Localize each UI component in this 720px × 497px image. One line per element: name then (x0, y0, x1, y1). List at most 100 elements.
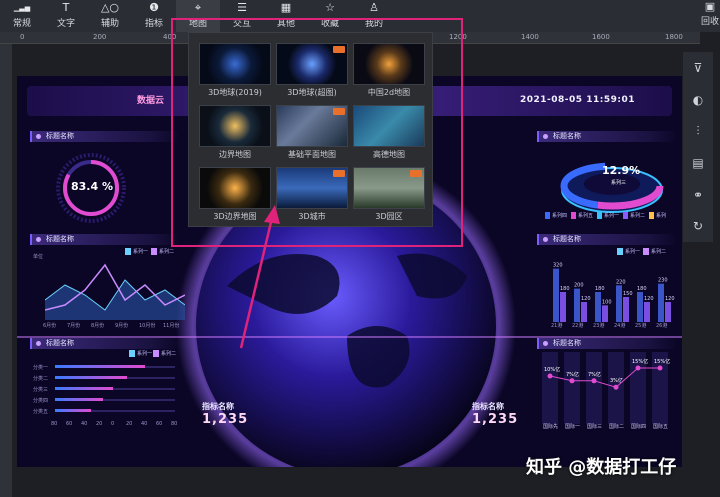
pie-legend-item: 系列四 (545, 212, 567, 219)
indicator-icon: ❶ (149, 1, 159, 14)
bar-value-label: 180 (595, 286, 605, 292)
bar-value-label: 220 (616, 279, 626, 285)
ruler-tick: 200 (93, 33, 107, 41)
bar-x-label: 25港 (635, 323, 647, 329)
palette-icon[interactable]: ◐ (683, 84, 713, 116)
filter-icon[interactable]: ⊽ (683, 52, 713, 84)
panel-title-ring: 标题名称 (30, 131, 180, 142)
tag-col-label: 国际先 (543, 423, 558, 430)
metric-right-label: 指标名称 (472, 402, 504, 411)
tag-col-label: 国际一 (565, 423, 580, 430)
bar-x-label: 22港 (572, 323, 584, 329)
hbar-legend-item: 系列二 (153, 350, 176, 357)
bar-series-2 (665, 302, 671, 322)
metric-right-value: 1,235 (472, 412, 519, 427)
ring-left-value: 83.4 % (71, 180, 113, 193)
bar-series-1 (595, 292, 601, 322)
hbar-x-tick: 60 (156, 421, 163, 427)
ruler-tick: 1800 (665, 33, 683, 41)
line-x-label: 9月份 (115, 323, 129, 329)
hbar-row-label: 分类一 (33, 365, 49, 371)
hbar-bar (55, 376, 127, 379)
ruler-tick: 1600 (592, 33, 610, 41)
text-icon: T (62, 1, 70, 14)
layout-icon[interactable]: ▤ (683, 147, 713, 179)
line-x-label: 11月份 (163, 323, 180, 329)
hbar-bar (55, 387, 113, 390)
vertical-ruler (0, 44, 12, 497)
hbar-row-label: 分类五 (33, 409, 49, 415)
line-legend-item: 系列一 (125, 248, 148, 255)
bar-x-label: 23港 (593, 323, 605, 329)
tag-col-label: 国际五 (653, 423, 668, 430)
bar-series-2 (560, 292, 566, 322)
bar-value-label: 200 (574, 283, 584, 289)
bar-value-label: 320 (553, 263, 563, 269)
ring-right-value: 12.9% (602, 164, 641, 177)
toolbar-label: 常规 (12, 19, 31, 29)
bar-x-label: 24港 (614, 323, 626, 329)
tag-col-label: 国际三 (587, 423, 602, 430)
bar-series-2 (644, 302, 650, 322)
bar-series-2 (623, 297, 629, 322)
tag-column-bg (564, 352, 580, 424)
sliders-icon: ☰ (237, 1, 247, 14)
bar-value-label-2: 120 (665, 296, 675, 302)
toolbar-item-1[interactable]: T 文字 (44, 0, 88, 32)
bar-series-1 (616, 285, 622, 322)
line-x-label: 10月份 (139, 323, 156, 329)
tag-col-label: 国际四 (631, 423, 646, 430)
recycle-icon: ▣ (704, 0, 716, 13)
ruler-tick: 0 (20, 33, 25, 41)
bar-x-label: 26港 (656, 323, 668, 329)
recycle-label: 回收 (700, 17, 719, 27)
hbar-row-label: 分类二 (33, 376, 49, 382)
tag-value-label: 10%亿 (544, 366, 560, 373)
brand-logo: 数据云 (137, 96, 165, 106)
hbar-bar (55, 365, 145, 368)
panel-title-bar: 标题名称 (537, 234, 677, 245)
line-x-label: 6月份 (43, 323, 57, 329)
metric-left-value: 1,235 (202, 412, 249, 427)
toolbar-item-0[interactable]: ▁▃▅ 常规 (0, 0, 44, 32)
panel-title-hbar: 标题名称 (30, 338, 180, 349)
bar-x-label: 21港 (551, 323, 563, 329)
tag-value-label: 15%亿 (632, 358, 648, 365)
link-icon[interactable]: ⚭ (683, 179, 713, 211)
hbar-x-tick: 40 (141, 421, 148, 427)
tag-value-label: 7%亿 (588, 371, 601, 378)
hbar-bar (55, 409, 91, 412)
bar-legend-item: 系列二 (643, 248, 666, 255)
pie-legend-item: 系列 (649, 212, 666, 219)
hbar-row-label: 分类四 (33, 398, 49, 404)
bar-series-1 (637, 292, 643, 322)
line-x-label: 8月份 (91, 323, 105, 329)
toolbar-item-2[interactable]: △○ 辅助 (88, 0, 132, 32)
toolbar-label: 指标 (144, 19, 163, 29)
panel-title-tags: 标题名称 (537, 338, 677, 349)
chart-bar-icon: ▁▃▅ (13, 4, 31, 12)
hbar-x-tick: 20 (126, 421, 133, 427)
hbar-x-tick: 0 (111, 421, 115, 427)
adjust-icon[interactable]: ⫶ (683, 115, 713, 147)
panel-title-line: 标题名称 (30, 234, 180, 245)
line-x-label: 7月份 (67, 323, 81, 329)
metric-left: 指标名称 1,235 (202, 401, 248, 427)
datetime-display: 2021-08-05 11:59:01 (520, 95, 635, 105)
bar-chart: 320 180 200 120 180 100 220 150 180 120 230 120 (553, 263, 675, 322)
bar-legend-item: 系列一 (617, 248, 640, 255)
bar-series-1 (574, 288, 580, 322)
bar-value-label-2: 180 (560, 286, 570, 292)
watermark: 知乎 @数据打工仔 (526, 457, 677, 478)
hbar-legend-item: 系列一 (129, 350, 152, 357)
panel-title-pie: 标题名称 (537, 131, 677, 142)
toolbar-item-3[interactable]: ❶ 指标 (132, 0, 176, 32)
refresh-icon[interactable]: ↻ (683, 210, 713, 242)
recycle-button[interactable]: ▣ 回收 (700, 0, 720, 32)
bar-series-2 (581, 302, 587, 322)
hbar-bar (55, 398, 103, 401)
line-y-unit: 单位 (33, 254, 44, 260)
toolbar-label: 文字 (56, 19, 75, 29)
hbar-x-tick: 80 (51, 421, 58, 427)
tag-value-label: 7%亿 (566, 371, 579, 378)
